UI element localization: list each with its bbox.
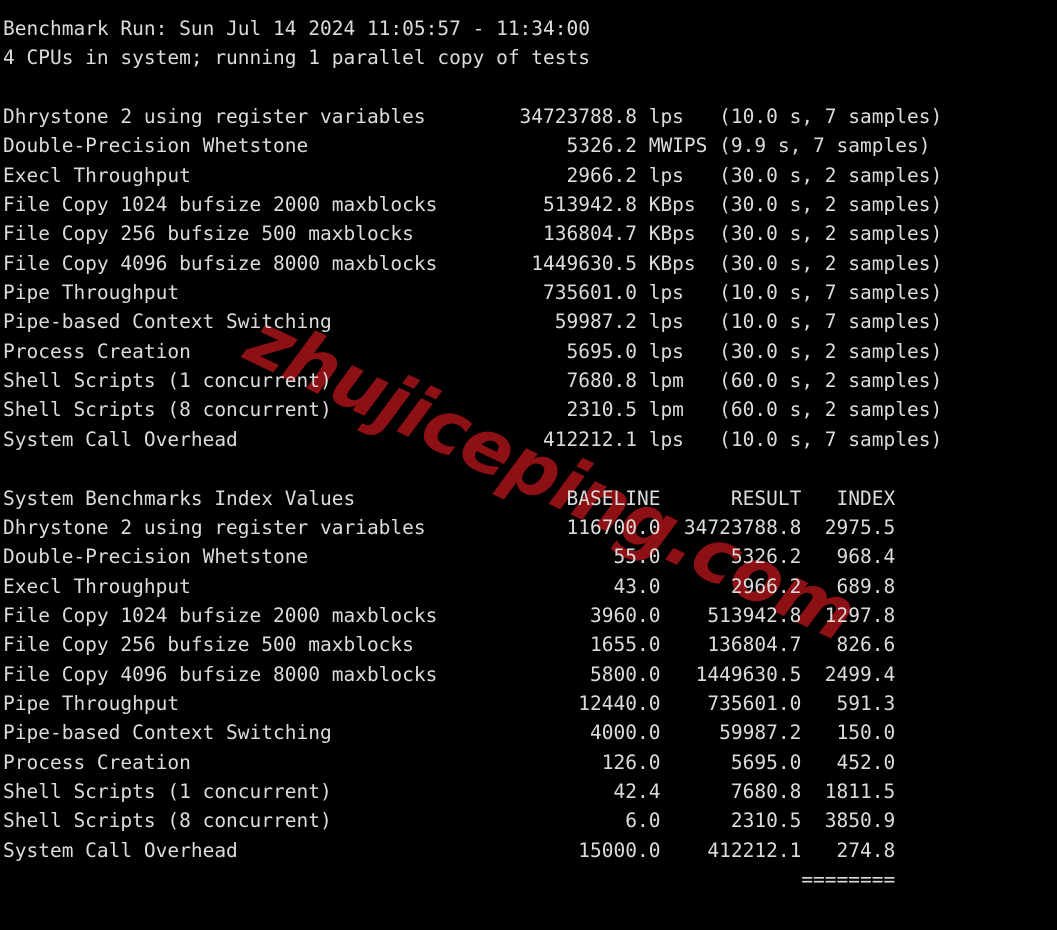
index-row: System Call Overhead 15000.0 412212.1 27… [3, 838, 896, 862]
raw-result-row: Pipe Throughput 735601.0 lps (10.0 s, 7 … [3, 281, 943, 305]
top-rule-wrapper: ----------------------------------------… [0, 0, 1057, 14]
raw-result-row: File Copy 4096 bufsize 8000 maxblocks 14… [3, 251, 943, 275]
benchmark-run-line: Benchmark Run: Sun Jul 14 2024 11:05:57 … [3, 17, 590, 40]
raw-result-row: System Call Overhead 412212.1 lps (10.0 … [3, 427, 943, 451]
terminal-output: ----------------------------------------… [0, 0, 1057, 930]
index-row: Pipe-based Context Switching 4000.0 5998… [3, 721, 896, 745]
raw-result-row: Pipe-based Context Switching 59987.2 lps… [3, 310, 943, 334]
index-table-header: System Benchmarks Index Values BASELINE … [3, 486, 896, 510]
raw-result-row: Dhrystone 2 using register variables 347… [3, 105, 943, 129]
raw-result-row: Process Creation 5695.0 lps (30.0 s, 2 s… [3, 339, 943, 363]
index-row: File Copy 1024 bufsize 2000 maxblocks 39… [3, 603, 896, 627]
index-rows-block: Dhrystone 2 using register variables 116… [0, 513, 1057, 865]
index-row: Dhrystone 2 using register variables 116… [3, 515, 896, 539]
index-row: Process Creation 126.0 5695.0 452.0 [3, 750, 896, 774]
index-row: Shell Scripts (8 concurrent) 6.0 2310.5 … [3, 809, 896, 833]
index-row: Double-Precision Whetstone 55.0 5326.2 9… [3, 545, 896, 569]
index-score-line: System Benchmarks Index Score 928.3 [0, 924, 1057, 930]
index-row: File Copy 256 bufsize 500 maxblocks 1655… [3, 633, 896, 657]
raw-result-row: Shell Scripts (1 concurrent) 7680.8 lpm … [3, 369, 943, 393]
index-row: Pipe Throughput 12440.0 735601.0 591.3 [3, 691, 896, 715]
raw-result-row: File Copy 1024 bufsize 2000 maxblocks 51… [3, 193, 943, 217]
raw-result-row: File Copy 256 bufsize 500 maxblocks 1368… [3, 222, 943, 246]
terminal-window: zhujiceping.com ------------------------… [0, 0, 1057, 930]
index-separator-line: ======== [3, 867, 896, 891]
top-rule: ----------------------------------------… [0, 0, 1057, 3]
index-row: File Copy 4096 bufsize 8000 maxblocks 58… [3, 662, 896, 686]
cpu-info-line: 4 CPUs in system; running 1 parallel cop… [3, 46, 590, 70]
raw-result-row: Execl Throughput 2966.2 lps (30.0 s, 2 s… [3, 163, 943, 187]
index-row: Shell Scripts (1 concurrent) 42.4 7680.8… [3, 779, 896, 803]
raw-results-block: Dhrystone 2 using register variables 347… [0, 102, 1057, 454]
index-row: Execl Throughput 43.0 2966.2 689.8 [3, 574, 896, 598]
raw-result-row: Double-Precision Whetstone 5326.2 MWIPS … [3, 134, 931, 158]
raw-result-row: Shell Scripts (8 concurrent) 2310.5 lpm … [3, 398, 943, 422]
